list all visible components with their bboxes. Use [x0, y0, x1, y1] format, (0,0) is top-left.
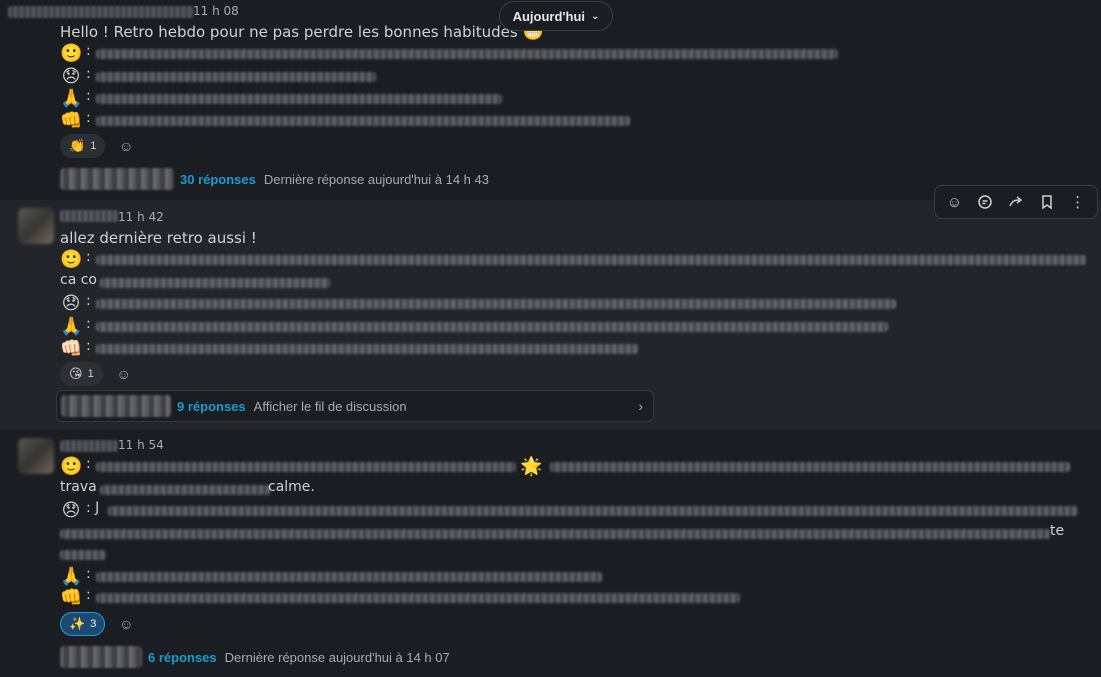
add-emoji-icon: ☺ — [116, 366, 131, 382]
message-text: Hello ! Retro hebdo pour ne pas perdre l… — [60, 22, 544, 42]
reaction-pill[interactable]: 👏 1 — [60, 134, 106, 158]
avatar[interactable] — [18, 438, 54, 474]
reaction-count: 3 — [90, 618, 97, 630]
fist-bump-light-emoji: 👊🏻 — [60, 338, 83, 358]
thread-summary[interactable]: 30 réponses Dernière réponse aujourd'hui… — [60, 166, 489, 192]
slightly-smiling-emoji: 🙂 — [60, 249, 83, 269]
reaction-count: 1 — [87, 368, 94, 380]
reaction-count: 1 — [90, 140, 97, 152]
disappointed-emoji: 😞 — [61, 500, 81, 520]
retro-line: 😞 : — [60, 65, 460, 87]
redacted-text — [108, 506, 1078, 516]
slightly-smiling-emoji: 🙂 — [60, 456, 83, 476]
thread-last-reply: Dernière réponse aujourd'hui à 14 h 43 — [263, 171, 489, 187]
redacted-text — [550, 462, 1070, 472]
author-name[interactable] — [60, 210, 118, 222]
redacted-text — [96, 572, 602, 582]
thread-participant-avatars — [60, 168, 174, 190]
retro-line: 👊 : — [60, 586, 760, 608]
redacted-text — [60, 529, 1050, 539]
share-icon[interactable] — [1002, 188, 1030, 216]
clapping-emoji: 👏 — [69, 138, 86, 153]
redacted-text — [100, 278, 330, 288]
retro-line: 😞 : — [60, 292, 960, 314]
retro-line: 😞 : J — [60, 499, 1090, 521]
retro-line-continued: ca co — [60, 271, 460, 293]
glowing-star-emoji: 🌟 — [520, 456, 543, 476]
reactions-bar: 👏 1 ☺ — [60, 134, 141, 158]
redacted-text — [96, 116, 630, 126]
redacted-text — [96, 322, 888, 332]
thread-participant-avatars — [60, 646, 142, 668]
redacted-text — [96, 344, 638, 354]
redacted-text — [96, 49, 838, 59]
add-reaction-icon[interactable]: ☺ — [940, 188, 968, 216]
avatar[interactable] — [18, 208, 54, 244]
retro-line: 🙂 : 🌟 — [60, 455, 1090, 477]
redacted-text — [96, 299, 896, 309]
retro-line: 🙏 : — [60, 565, 620, 587]
redacted-text — [100, 485, 270, 495]
redacted-text — [96, 94, 502, 104]
date-divider-button[interactable]: Aujourd'hui ⌄ — [499, 1, 613, 31]
message[interactable]: 11 h 42 allez dernière retro aussi ! 🙂 :… — [0, 200, 1101, 430]
folded-hands-emoji: 🙏 — [60, 88, 83, 108]
redacted-text — [96, 593, 740, 603]
slightly-smiling-emoji: 🙂 — [60, 43, 83, 63]
reply-in-thread-icon[interactable] — [971, 188, 999, 216]
add-reaction-button[interactable]: ☺ — [109, 362, 139, 386]
reactions-bar: 😘 1 ☺ — [60, 362, 139, 386]
retro-line: 🙂 : — [60, 248, 1090, 270]
bookmark-icon[interactable] — [1033, 188, 1061, 216]
thread-last-reply: Dernière réponse aujourd'hui à 14 h 07 — [224, 649, 450, 665]
author-name[interactable] — [60, 440, 118, 452]
folded-hands-emoji: 🙏 — [60, 566, 83, 586]
message-timestamp[interactable]: 11 h 08 — [193, 4, 239, 18]
kissing-heart-emoji: 😘 — [69, 366, 83, 381]
chevron-right-icon: › — [638, 398, 643, 414]
sparkles-emoji: ✨ — [69, 616, 86, 631]
retro-line: 👊🏻 : — [60, 337, 680, 359]
thread-reply-count[interactable]: 6 réponses — [148, 650, 217, 665]
thread-participant-avatars — [61, 395, 171, 417]
redacted-text — [60, 550, 106, 560]
more-actions-icon[interactable]: ⋮ — [1064, 188, 1092, 216]
redacted-text — [96, 462, 516, 472]
view-thread-link[interactable]: Afficher le fil de discussion — [254, 399, 407, 414]
retro-line: 🙏 : — [60, 315, 960, 337]
retro-line-continued: trava calme. — [60, 479, 315, 495]
author-name[interactable] — [8, 6, 194, 18]
message-actions-toolbar: ☺ ⋮ — [934, 185, 1098, 219]
add-emoji-icon: ☺ — [119, 616, 134, 632]
reactions-bar: ✨ 3 ☺ — [60, 612, 141, 636]
fist-bump-emoji: 👊 — [60, 587, 83, 607]
reaction-pill[interactable]: 😘 1 — [60, 362, 103, 386]
thread-reply-count[interactable]: 9 réponses — [177, 399, 246, 414]
redacted-text — [96, 72, 376, 82]
thread-reply-count[interactable]: 30 réponses — [180, 172, 256, 187]
chevron-down-icon: ⌄ — [591, 10, 600, 22]
disappointed-emoji: 😞 — [61, 66, 81, 86]
message-timestamp[interactable]: 11 h 54 — [118, 438, 164, 452]
add-reaction-button[interactable]: ☺ — [111, 612, 141, 636]
reaction-pill[interactable]: ✨ 3 — [60, 612, 106, 636]
fist-bump-emoji: 👊 — [60, 110, 83, 130]
retro-line: 🙂 : — [60, 42, 860, 64]
disappointed-emoji: 😞 — [61, 293, 81, 313]
thread-summary[interactable]: 6 réponses Dernière réponse aujourd'hui … — [60, 644, 450, 670]
add-emoji-icon: ☺ — [119, 138, 134, 154]
retro-line: 🙏 : — [60, 87, 560, 109]
thread-summary[interactable]: 9 réponses Afficher le fil de discussion… — [56, 390, 654, 422]
retro-line-continued: te — [60, 522, 1090, 544]
message-text: allez dernière retro aussi ! — [60, 229, 257, 247]
retro-line: 👊 : — [60, 109, 660, 131]
message-feed: 11 h 08 Hello ! Retro hebdo pour ne pas … — [0, 0, 1101, 677]
folded-hands-emoji: 🙏 — [60, 316, 83, 336]
message-timestamp[interactable]: 11 h 42 — [118, 210, 164, 224]
add-reaction-button[interactable]: ☺ — [111, 134, 141, 158]
redacted-text — [96, 255, 1086, 265]
message[interactable]: 11 h 54 🙂 : 🌟 trava calme. 😞 : J te 🙏 : — [0, 430, 1101, 677]
